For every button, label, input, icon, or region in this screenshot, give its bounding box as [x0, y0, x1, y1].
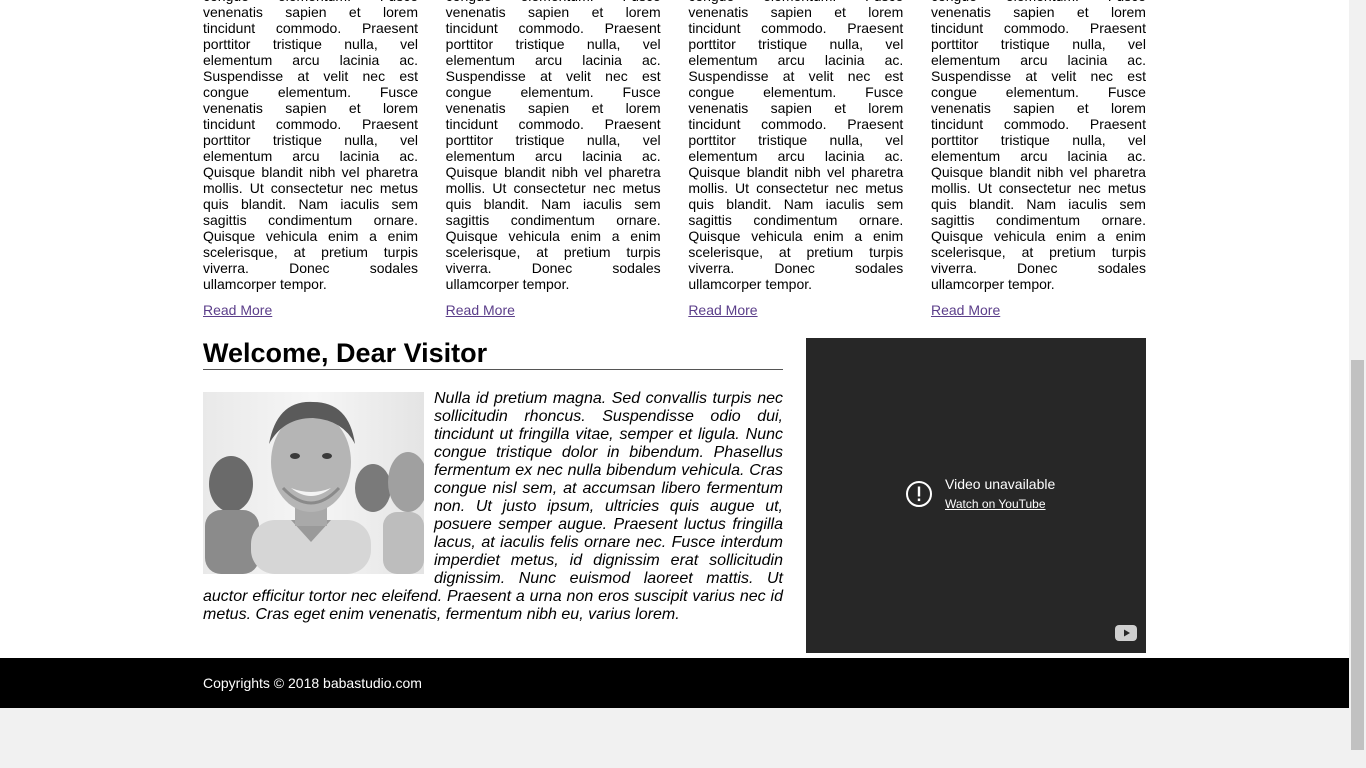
video-embed[interactable]: Video unavailable Watch on YouTube [806, 338, 1146, 653]
welcome-heading: Welcome, Dear Visitor [203, 338, 783, 370]
article-text: congue elementum. Fusce venenatis sapien… [203, 0, 418, 292]
article-text: congue elementum. Fusce venenatis sapien… [445, 0, 661, 292]
footer: Copyrights © 2018 babastudio.com [0, 658, 1349, 708]
article-column: congue elementum. Fusce venenatis sapien… [203, 0, 418, 320]
article-text: congue elementum. Fusce venenatis sapien… [688, 0, 904, 292]
read-more-link[interactable]: Read More [203, 302, 272, 318]
watch-on-youtube-link[interactable]: Watch on YouTube [945, 496, 1055, 512]
video-unavailable-message: Video unavailable Watch on YouTube [904, 475, 1055, 512]
article-column: congue elementum. Fusce venenatis sapien… [446, 0, 661, 320]
article-columns: congue elementum. Fusce venenatis sapien… [203, 0, 1146, 320]
read-more-link[interactable]: Read More [931, 302, 1000, 318]
article-column: congue elementum. Fusce venenatis sapien… [688, 0, 903, 320]
read-more-link[interactable]: Read More [688, 302, 757, 318]
welcome-section: Welcome, Dear Visitor Nulla id pretium m… [203, 338, 783, 624]
vertical-scrollbar[interactable] [1349, 0, 1366, 768]
page: congue elementum. Fusce venenatis sapien… [0, 0, 1349, 708]
youtube-icon[interactable] [1115, 625, 1137, 641]
read-more-link[interactable]: Read More [446, 302, 515, 318]
copyright-text: Copyrights © 2018 babastudio.com [203, 675, 422, 691]
welcome-body: Nulla id pretium magna. Sed convallis tu… [203, 390, 783, 624]
alert-icon [906, 481, 932, 507]
scrollbar-thumb[interactable] [1351, 360, 1364, 750]
article-text: congue elementum. Fusce venenatis sapien… [930, 0, 1146, 292]
visitor-photo [203, 392, 424, 574]
video-title: Video unavailable [945, 476, 1056, 492]
article-column: congue elementum. Fusce venenatis sapien… [931, 0, 1146, 320]
